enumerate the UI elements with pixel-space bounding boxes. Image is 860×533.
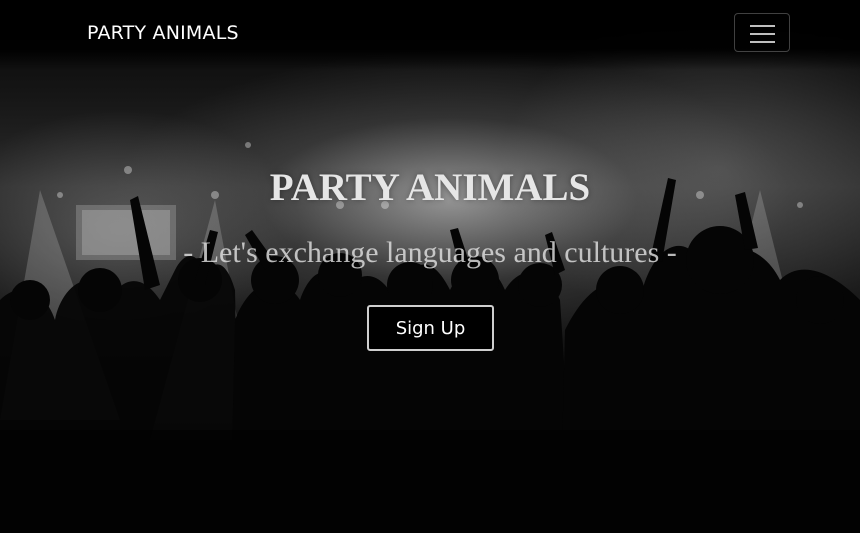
hero-title: PARTY ANIMALS xyxy=(269,166,591,209)
navbar-brand-link[interactable]: PARTY ANIMALS xyxy=(87,22,239,44)
hero-tagline: - Let's exchange languages and cultures … xyxy=(183,236,677,269)
menu-toggle-button[interactable] xyxy=(734,13,790,52)
top-navbar: PARTY ANIMALS xyxy=(0,0,860,70)
sign-up-button[interactable]: Sign Up xyxy=(367,305,494,351)
